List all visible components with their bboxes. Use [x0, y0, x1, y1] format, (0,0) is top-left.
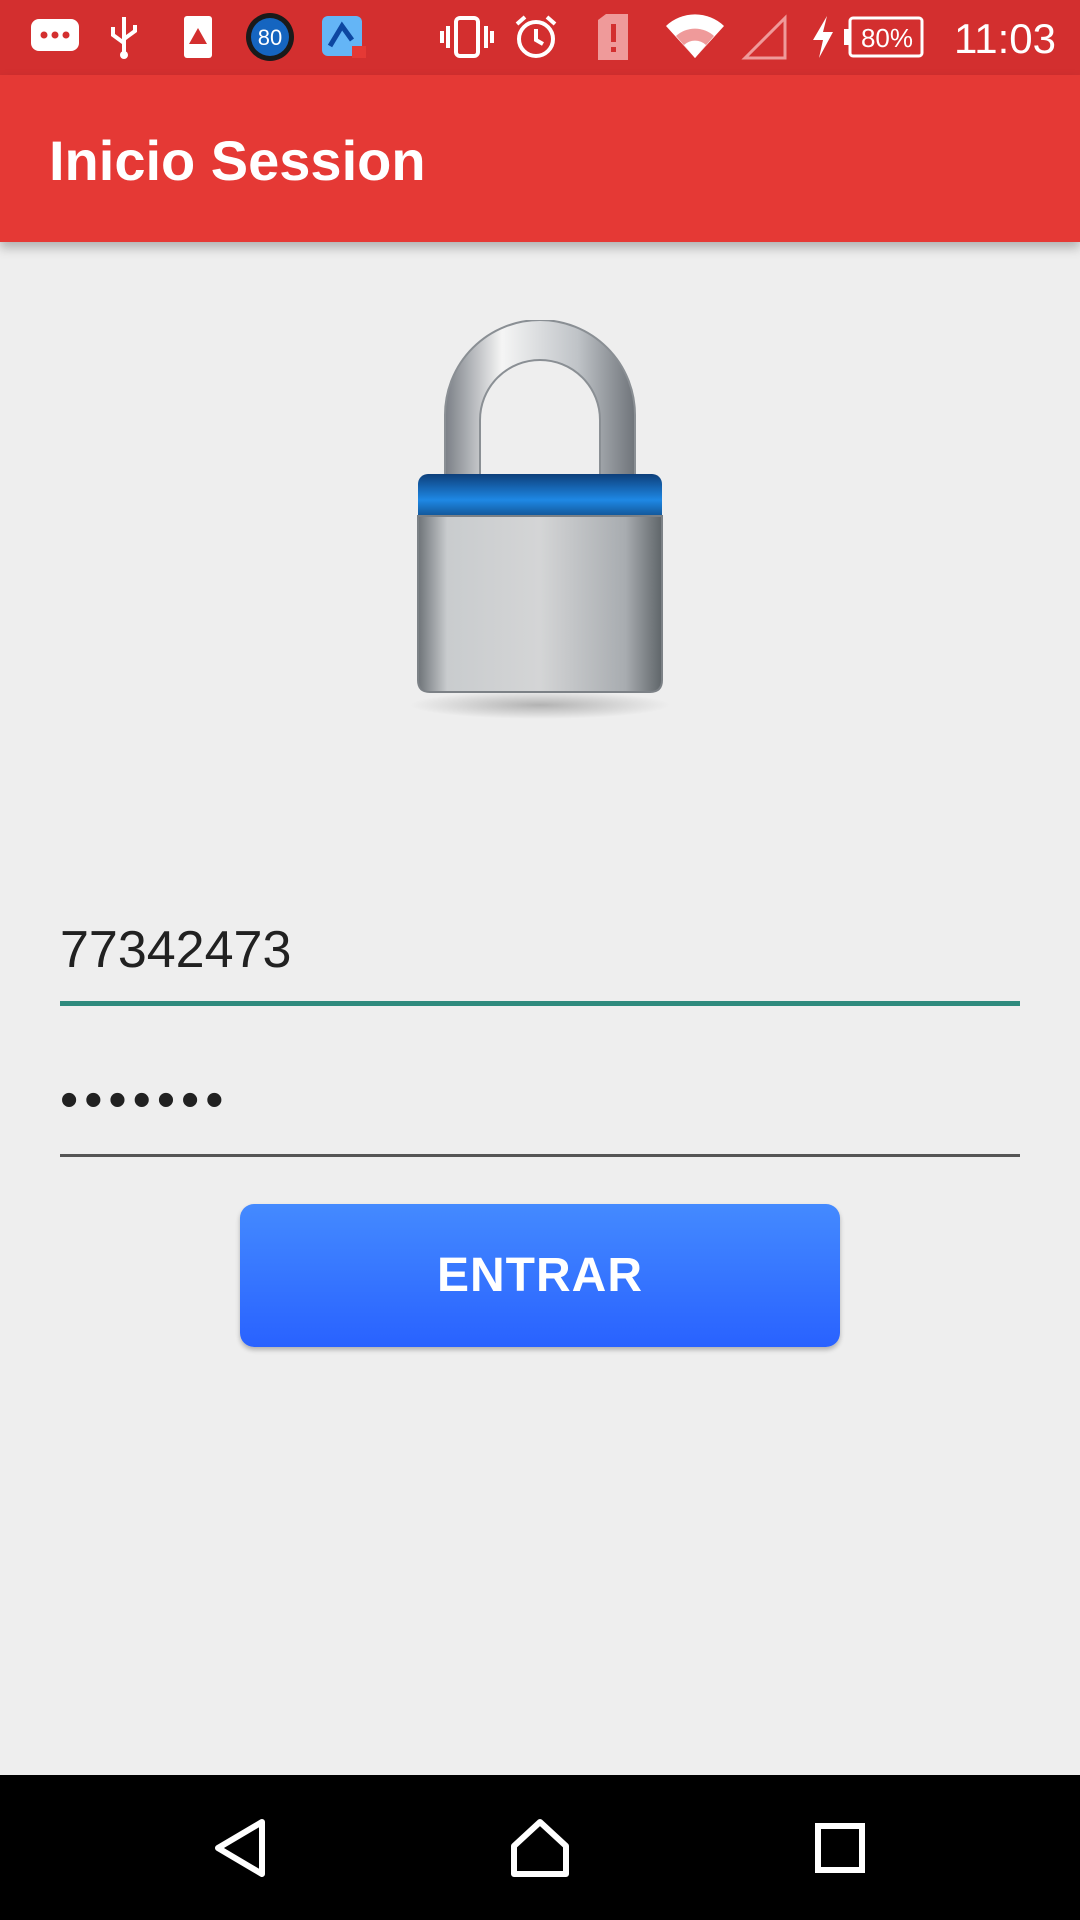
alarm-icon: [510, 12, 562, 62]
vibrate-icon: [438, 12, 496, 62]
status-time: 11:03: [954, 15, 1056, 62]
navigation-bar: [0, 1775, 1080, 1920]
battery-icon: 80%: [842, 12, 926, 62]
usb-icon: [104, 12, 144, 62]
svg-text:80: 80: [258, 25, 282, 50]
signal-icon: [740, 12, 790, 62]
app-bar: Inicio Session: [0, 75, 1080, 242]
home-icon[interactable]: [450, 1775, 630, 1920]
recents-icon[interactable]: [750, 1775, 930, 1920]
page-title: Inicio Session: [49, 129, 426, 192]
wifi-icon: [664, 12, 726, 62]
back-icon[interactable]: [150, 1775, 330, 1920]
username-underline: [60, 1001, 1020, 1006]
username-field[interactable]: [60, 905, 1020, 995]
app-notification-icon: [318, 12, 370, 62]
speed-badge-icon: 80: [244, 12, 296, 62]
warning-icon: [178, 12, 218, 62]
padlock-icon: [400, 319, 680, 720]
status-bar: 80 80% 11:03: [0, 0, 1080, 75]
password-underline: [60, 1154, 1020, 1157]
charging-icon: [808, 12, 838, 62]
messages-icon: [28, 12, 82, 62]
login-button[interactable]: ENTRAR: [240, 1204, 840, 1347]
password-field[interactable]: [60, 1055, 1020, 1145]
sim-alert-icon: [592, 12, 634, 62]
svg-text:80%: 80%: [861, 23, 913, 53]
